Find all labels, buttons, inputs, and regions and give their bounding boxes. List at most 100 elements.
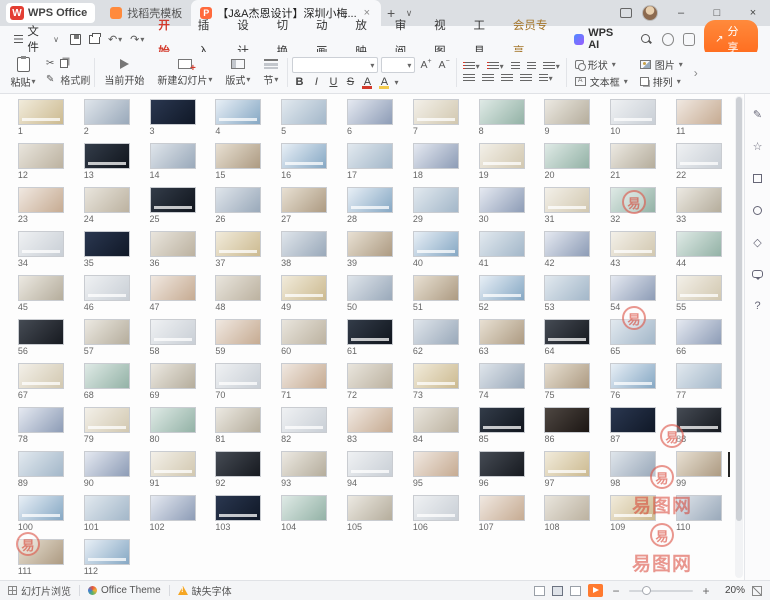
slide-thumbnail[interactable] (281, 187, 327, 213)
slide-thumbnail[interactable] (610, 99, 656, 125)
wps-ai-button[interactable]: WPS AI (567, 27, 633, 51)
slide-thumbnail[interactable] (413, 275, 459, 301)
slide-sorter-view-button[interactable] (552, 586, 563, 596)
slide-thumbnail[interactable] (544, 407, 590, 433)
sidebar-help-icon[interactable]: ? (750, 298, 766, 314)
slide-thumbnail[interactable] (18, 187, 64, 213)
sidebar-resources-icon[interactable]: ◇ (750, 234, 766, 250)
bold-button[interactable]: B (292, 76, 306, 88)
slide-thumbnail[interactable] (610, 407, 656, 433)
slide-thumbnail[interactable] (610, 187, 656, 213)
slide-thumbnail[interactable] (150, 407, 196, 433)
slide-thumbnail[interactable] (347, 231, 393, 257)
numbered-list-button[interactable]: ▾ (485, 62, 506, 71)
slide-thumbnail[interactable] (676, 451, 722, 477)
slide-thumbnail[interactable] (150, 99, 196, 125)
slide-thumbnail[interactable] (479, 231, 525, 257)
slide-thumbnail[interactable] (215, 495, 261, 521)
insert-picture-button[interactable]: 图片 ▾ (640, 56, 683, 73)
slide-thumbnail[interactable] (18, 143, 64, 169)
slide-thumbnail[interactable] (281, 99, 327, 125)
bullet-list-button[interactable]: ▾ (461, 62, 482, 71)
increase-font-button[interactable]: A+ (418, 59, 433, 71)
slide-thumbnail[interactable] (281, 495, 327, 521)
slide-thumbnail[interactable] (18, 407, 64, 433)
slide-thumbnail[interactable] (18, 363, 64, 389)
redo-caret-icon[interactable]: ▾ (140, 35, 144, 44)
slide-thumbnail[interactable] (610, 319, 656, 345)
section-button[interactable]: 节▾ (258, 54, 283, 91)
decrease-indent-button[interactable] (509, 62, 522, 71)
slide-thumbnail[interactable] (676, 319, 722, 345)
slide-thumbnail[interactable] (18, 495, 64, 521)
slide-thumbnail[interactable] (84, 363, 130, 389)
slide-thumbnail[interactable] (281, 231, 327, 257)
slide-thumbnail[interactable] (18, 231, 64, 257)
slide-thumbnail[interactable] (215, 275, 261, 301)
paste-button[interactable]: 粘贴▾ (4, 57, 42, 89)
slide-thumbnail[interactable] (150, 143, 196, 169)
slide-thumbnail[interactable] (84, 275, 130, 301)
save-button[interactable] (67, 34, 84, 45)
slide-thumbnail[interactable] (413, 143, 459, 169)
slide-thumbnail[interactable] (544, 363, 590, 389)
slide-thumbnail[interactable] (676, 275, 722, 301)
slide-thumbnail[interactable] (544, 319, 590, 345)
slide-thumbnail[interactable] (18, 99, 64, 125)
slide-thumbnail[interactable] (84, 451, 130, 477)
slideshow-play-button[interactable] (588, 584, 603, 597)
slide-thumbnail[interactable] (610, 495, 656, 521)
slide-thumbnail[interactable] (676, 143, 722, 169)
slide-thumbnail[interactable] (281, 143, 327, 169)
slide-thumbnail[interactable] (84, 187, 130, 213)
slide-thumbnail[interactable] (610, 143, 656, 169)
start-from-current-button[interactable]: 当前开始 (99, 54, 149, 91)
slide-thumbnail[interactable] (544, 143, 590, 169)
slide-thumbnail[interactable] (479, 99, 525, 125)
slide-thumbnail[interactable] (479, 363, 525, 389)
highlight-color-button[interactable]: A (377, 76, 391, 88)
sidebar-favorites-icon[interactable]: ☆ (750, 138, 766, 154)
layout-button[interactable]: 版式▾ (220, 54, 255, 91)
format-painter-button[interactable]: ✎ 格式刷 (46, 72, 90, 87)
slide-thumbnail[interactable] (413, 187, 459, 213)
slide-thumbnail[interactable] (84, 143, 130, 169)
slide-thumbnail[interactable] (84, 319, 130, 345)
undo-caret-icon[interactable]: ▾ (118, 35, 122, 44)
arrange-button[interactable]: 排列 ▾ (640, 73, 683, 90)
caret-icon[interactable]: ▾ (394, 78, 398, 87)
slide-thumbnail[interactable] (281, 319, 327, 345)
theme-indicator[interactable]: Office Theme (88, 585, 161, 596)
sidebar-color-icon[interactable] (750, 202, 766, 218)
align-center-button[interactable] (480, 74, 496, 83)
slide-thumbnail[interactable] (347, 143, 393, 169)
italic-button[interactable]: I (309, 76, 323, 88)
slide-thumbnail[interactable] (150, 363, 196, 389)
slide-thumbnail[interactable] (610, 451, 656, 477)
slide-thumbnail[interactable] (413, 363, 459, 389)
slide-thumbnail[interactable] (150, 495, 196, 521)
slide-thumbnail[interactable] (544, 495, 590, 521)
line-spacing-button[interactable]: ▾ (541, 62, 562, 71)
sidebar-comment-icon[interactable] (750, 266, 766, 282)
decrease-font-button[interactable]: A− (437, 59, 452, 71)
slide-thumbnail[interactable] (84, 99, 130, 125)
slide-thumbnail[interactable] (84, 407, 130, 433)
slide-thumbnail[interactable] (347, 363, 393, 389)
sidebar-edit-icon[interactable]: ✎ (750, 106, 766, 122)
slide-thumbnail[interactable] (544, 275, 590, 301)
slide-thumbnail[interactable] (413, 231, 459, 257)
print-button[interactable] (86, 35, 103, 44)
increase-indent-button[interactable] (525, 62, 538, 71)
user-avatar[interactable] (642, 5, 658, 21)
slide-thumbnail[interactable] (215, 99, 261, 125)
fit-to-window-icon[interactable] (752, 586, 762, 596)
slide-thumbnail[interactable] (479, 275, 525, 301)
slide-thumbnail[interactable] (18, 451, 64, 477)
insert-textbox-button[interactable]: 文本框 ▾ (575, 73, 628, 90)
scrollbar-thumb[interactable] (736, 97, 742, 521)
zoom-level[interactable]: 20% (719, 585, 745, 596)
sidebar-shapes-icon[interactable] (750, 170, 766, 186)
slide-thumbnail[interactable] (413, 99, 459, 125)
slide-thumbnail[interactable] (281, 451, 327, 477)
